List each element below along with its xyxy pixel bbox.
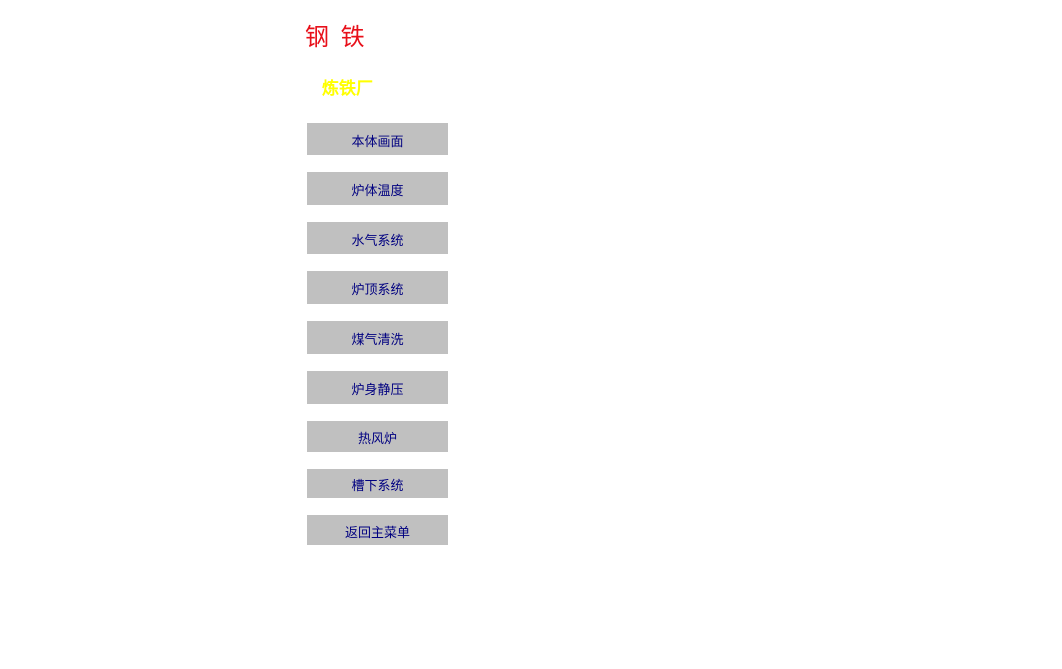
menu-button-shaft-static-pressure[interactable]: 炉身静压	[307, 371, 448, 404]
menu-button-return-main-menu[interactable]: 返回主菜单	[307, 515, 448, 545]
page-title: 钢 铁	[305, 23, 367, 51]
menu-button-body-view[interactable]: 本体画面	[307, 123, 448, 155]
menu-button-furnace-top-system[interactable]: 炉顶系统	[307, 271, 448, 304]
page-subtitle: 炼铁厂	[322, 79, 373, 99]
menu-button-stockhouse-system[interactable]: 槽下系统	[307, 469, 448, 498]
menu-button-hot-blast-stove[interactable]: 热风炉	[307, 421, 448, 452]
page: 钢 铁 炼铁厂 本体画面 炉体温度 水气系统 炉顶系统 煤气清洗 炉身静压 热风…	[0, 0, 1062, 669]
menu-button-water-gas-system[interactable]: 水气系统	[307, 222, 448, 254]
menu-button-furnace-temperature[interactable]: 炉体温度	[307, 172, 448, 205]
menu-button-gas-cleaning[interactable]: 煤气清洗	[307, 321, 448, 354]
